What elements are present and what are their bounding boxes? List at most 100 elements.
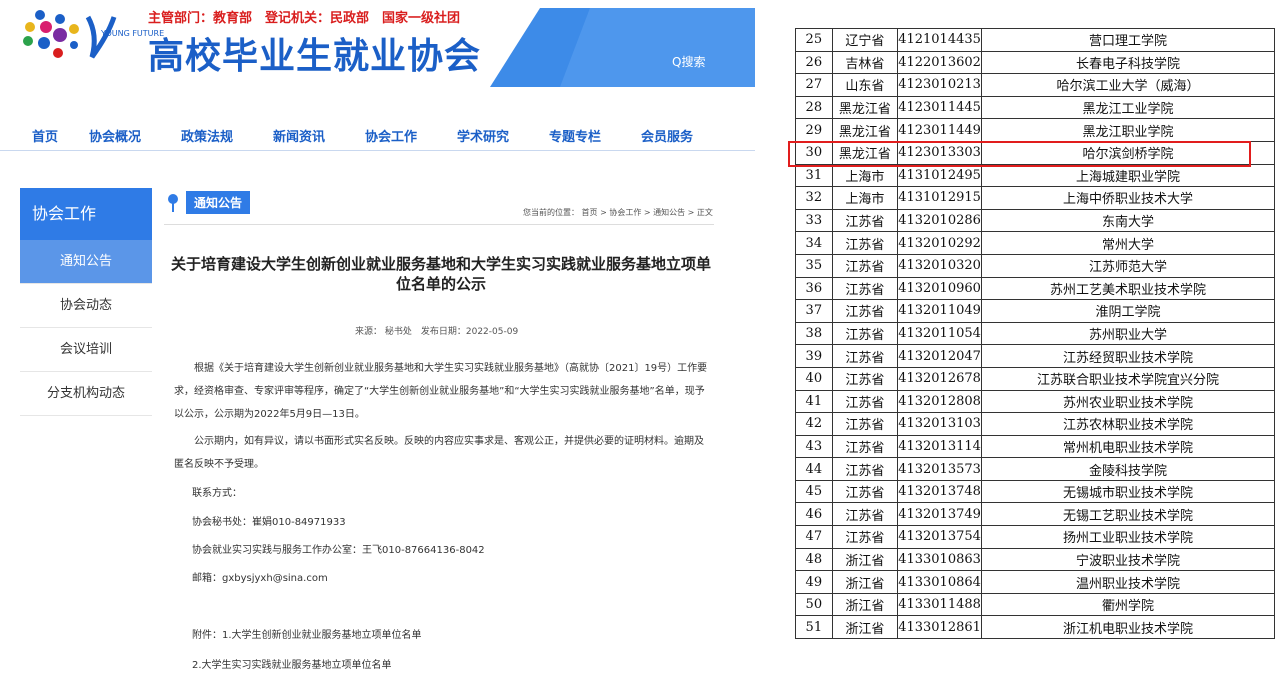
cell-number: 42 bbox=[795, 412, 833, 436]
table-row: 39 江苏省 4132012047 江苏经贸职业技术学院 bbox=[795, 344, 1275, 368]
cell-school: 衢州学院 bbox=[980, 592, 1275, 617]
cell-school: 江苏师范大学 bbox=[980, 253, 1275, 278]
contact-office: 协会就业实习实践与服务工作办公室：王飞010-87664136-8042 bbox=[192, 545, 485, 556]
cell-school: 浙江机电职业技术学院 bbox=[980, 615, 1275, 640]
cell-school: 上海中侨职业技术大学 bbox=[980, 186, 1275, 210]
attachment-2[interactable]: 2.大学生实习实践就业服务基地立项单位名单 bbox=[192, 656, 392, 671]
table-row: 45 江苏省 4132013748 无锡城市职业技术学院 bbox=[795, 479, 1275, 504]
table-row: 36 江苏省 4132010960 苏州工艺美术职业技术学院 bbox=[795, 276, 1275, 301]
cell-school: 常州机电职业技术学院 bbox=[980, 434, 1275, 459]
nav-item-home[interactable]: 首页 bbox=[32, 126, 58, 145]
cell-code: 4132012047 bbox=[897, 344, 982, 368]
cell-number: 43 bbox=[795, 434, 833, 459]
cell-province: 山东省 bbox=[831, 73, 899, 97]
table-row: 27 山东省 4123010213 哈尔滨工业大学（威海） bbox=[795, 73, 1275, 97]
table-row: 31 上海市 4131012495 上海城建职业学院 bbox=[795, 163, 1275, 188]
cell-number: 39 bbox=[795, 344, 833, 368]
cell-number: 45 bbox=[795, 479, 833, 504]
cell-code: 4132013114 bbox=[897, 434, 982, 459]
cell-number: 51 bbox=[795, 615, 833, 640]
table-body: 25 辽宁省 4121014435 营口理工学院 26 吉林省 4122013602 长春电子… bbox=[795, 28, 1275, 640]
cell-code: 4131012495 bbox=[897, 163, 982, 188]
nav-item-work[interactable]: 协会工作 bbox=[365, 126, 417, 145]
cell-number: 49 bbox=[795, 570, 833, 594]
cell-number: 44 bbox=[795, 457, 833, 481]
search-link[interactable]: Q搜索 bbox=[672, 53, 705, 70]
cell-code: 4133010864 bbox=[897, 570, 982, 594]
cell-code: 4132011054 bbox=[897, 321, 982, 346]
cell-code: 4132010292 bbox=[897, 231, 982, 255]
cell-code: 4123010213 bbox=[897, 73, 982, 97]
sidebar-item-meetings[interactable]: 会议培训 bbox=[20, 328, 152, 372]
table-row: 44 江苏省 4132013573 金陵科技学院 bbox=[795, 457, 1275, 481]
contact-label: 联系方式： bbox=[192, 488, 242, 499]
nav-item-policy[interactable]: 政策法规 bbox=[181, 126, 233, 145]
table-row: 28 黑龙江省 4123011445 黑龙江工业学院 bbox=[795, 95, 1275, 120]
cell-number: 35 bbox=[795, 253, 833, 278]
table-row: 32 上海市 4131012915 上海中侨职业技术大学 bbox=[795, 186, 1275, 210]
table-row: 47 江苏省 4132013754 扬州工业职业技术学院 bbox=[795, 525, 1275, 549]
nav-item-research[interactable]: 学术研究 bbox=[457, 126, 509, 145]
cell-province: 浙江省 bbox=[831, 570, 899, 594]
cell-province: 江苏省 bbox=[831, 389, 899, 414]
cell-province: 江苏省 bbox=[831, 525, 899, 549]
cell-school: 江苏经贸职业技术学院 bbox=[980, 344, 1275, 368]
cell-province: 辽宁省 bbox=[831, 28, 899, 52]
cell-province: 江苏省 bbox=[831, 299, 899, 323]
cell-number: 30 bbox=[795, 140, 833, 165]
table-row: 34 江苏省 4132010292 常州大学 bbox=[795, 231, 1275, 255]
nav-item-news[interactable]: 新闻资讯 bbox=[273, 126, 325, 145]
attachment-1[interactable]: 附件：1.大学生创新创业就业服务基地立项单位名单 bbox=[192, 626, 422, 641]
table-row: 41 江苏省 4132012808 苏州农业职业技术学院 bbox=[795, 389, 1275, 414]
section-label: 通知公告 bbox=[186, 191, 251, 214]
cell-province: 黑龙江省 bbox=[831, 95, 899, 120]
cell-number: 38 bbox=[795, 321, 833, 346]
article-title: 关于培育建设大学生创新创业就业服务基地和大学生实习实践就业服务基地立项单位名单的… bbox=[170, 255, 711, 293]
breadcrumb: 您当前的位置： 首页 > 协会工作 > 通知公告 > 正文 bbox=[523, 208, 713, 217]
nav-item-topics[interactable]: 专题专栏 bbox=[549, 126, 601, 145]
cell-school: 苏州职业大学 bbox=[980, 321, 1275, 346]
table-row: 49 浙江省 4133010864 温州职业技术学院 bbox=[795, 570, 1275, 594]
cell-code: 4121014435 bbox=[897, 28, 982, 52]
main-nav: 首页 协会概况 政策法规 新闻资讯 协会工作 学术研究 专题专栏 会员服务 bbox=[0, 118, 755, 151]
cell-province: 黑龙江省 bbox=[831, 140, 899, 165]
cell-school: 黑龙江工业学院 bbox=[980, 95, 1275, 120]
cell-code: 4132013103 bbox=[897, 412, 982, 436]
cell-province: 江苏省 bbox=[831, 502, 899, 527]
divider bbox=[164, 224, 714, 225]
cell-school: 扬州工业职业技术学院 bbox=[980, 525, 1275, 549]
cell-province: 江苏省 bbox=[831, 412, 899, 436]
cell-province: 江苏省 bbox=[831, 457, 899, 481]
cell-code: 4132013749 bbox=[897, 502, 982, 527]
cell-school: 苏州农业职业技术学院 bbox=[980, 389, 1275, 414]
cell-code: 4132012678 bbox=[897, 366, 982, 391]
sidebar-item-branches[interactable]: 分支机构动态 bbox=[20, 372, 152, 416]
article-paragraph-2: 公示期内，如有异议，请以书面形式实名反映。反映的内容应实事求是、客观公正，并提供… bbox=[174, 436, 704, 470]
table-row: 38 江苏省 4132011054 苏州职业大学 bbox=[795, 321, 1275, 346]
table-row: 50 浙江省 4133011488 衢州学院 bbox=[795, 592, 1275, 617]
site-title: 高校毕业生就业协会 bbox=[148, 35, 482, 77]
cell-code: 4132013573 bbox=[897, 457, 982, 481]
nav-item-members[interactable]: 会员服务 bbox=[641, 126, 693, 145]
article-meta: 来源： 秘书处 发布日期：2022-05-09 bbox=[355, 327, 519, 337]
cell-school: 哈尔滨工业大学（威海） bbox=[980, 73, 1275, 97]
sidebar-item-notices[interactable]: 通知公告 bbox=[20, 240, 152, 284]
sidebar-item-news[interactable]: 协会动态 bbox=[20, 284, 152, 328]
cell-province: 江苏省 bbox=[831, 344, 899, 368]
nav-item-about[interactable]: 协会概况 bbox=[89, 126, 141, 145]
cell-code: 4122013602 bbox=[897, 50, 982, 75]
table-row: 29 黑龙江省 4123011449 黑龙江职业学院 bbox=[795, 118, 1275, 142]
cell-province: 江苏省 bbox=[831, 366, 899, 391]
sidebar-title: 协会工作 bbox=[20, 188, 152, 240]
cell-province: 江苏省 bbox=[831, 276, 899, 301]
cell-school: 无锡城市职业技术学院 bbox=[980, 479, 1275, 504]
sidebar: 协会工作 通知公告 协会动态 会议培训 分支机构动态 bbox=[20, 188, 152, 416]
cell-province: 江苏省 bbox=[831, 231, 899, 255]
cell-code: 4132011049 bbox=[897, 299, 982, 323]
cell-number: 40 bbox=[795, 366, 833, 391]
cell-province: 江苏省 bbox=[831, 479, 899, 504]
cell-number: 32 bbox=[795, 186, 833, 210]
cell-province: 黑龙江省 bbox=[831, 118, 899, 142]
site-header: YOUNG FUTURE 主管部门：教育部 登记机关：民政部 国家一级社团 高校… bbox=[0, 0, 755, 100]
pin-icon bbox=[168, 194, 178, 212]
